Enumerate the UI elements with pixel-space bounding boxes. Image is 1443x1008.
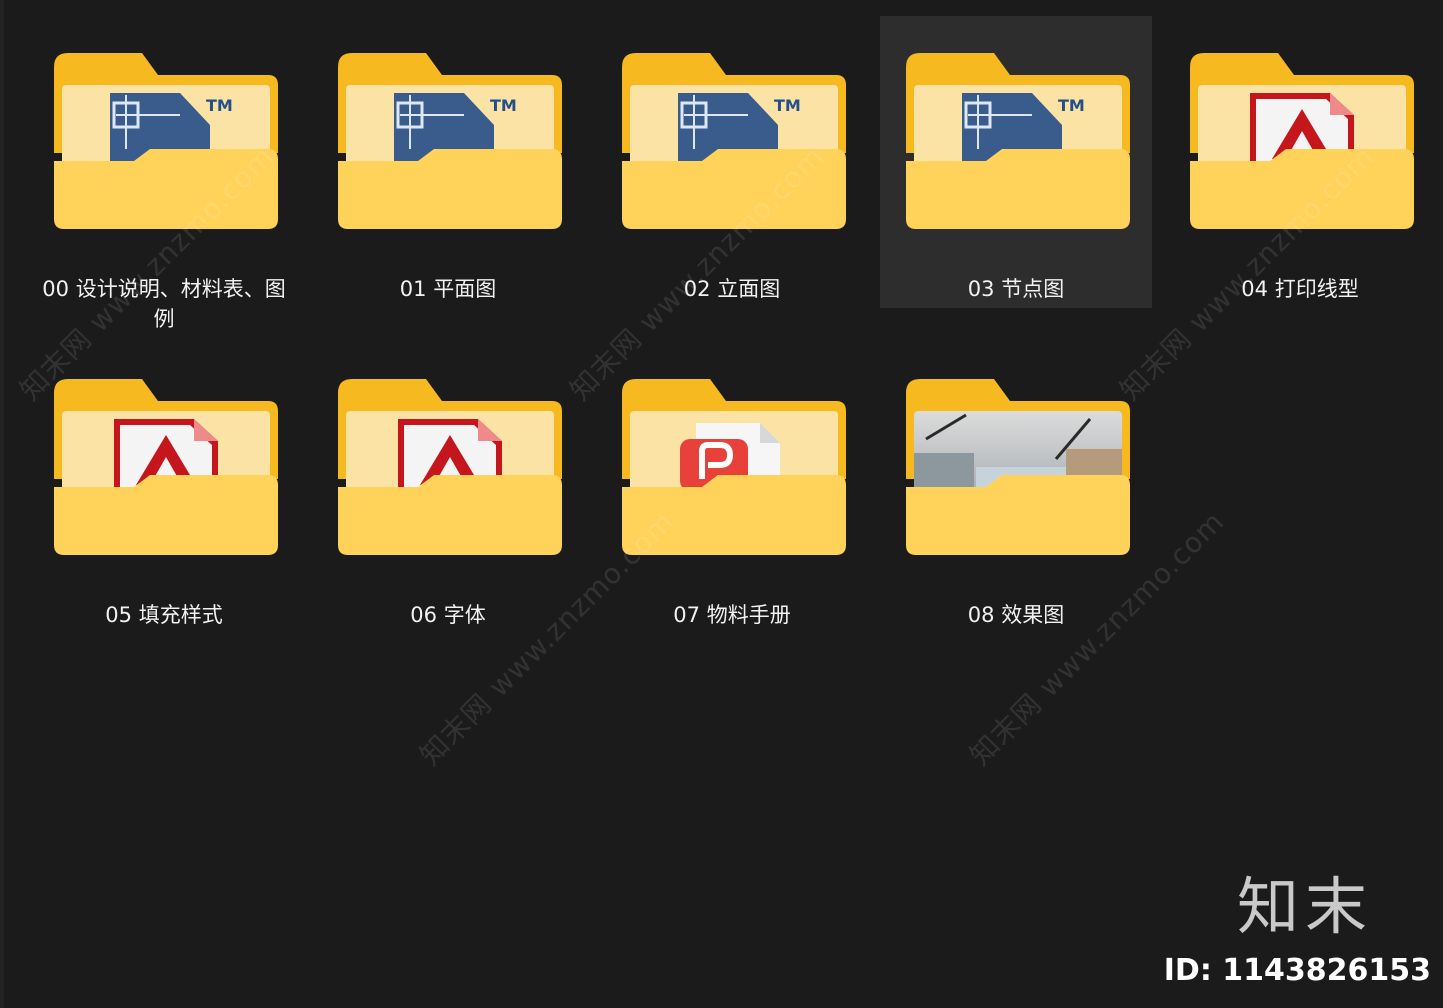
- file-explorer-view: TM 00 设计说明、材料表、图例 TM 01 平面图 TM 02 立面图 TM…: [0, 0, 1443, 1008]
- svg-text:TM: TM: [774, 96, 801, 115]
- folder-06[interactable]: 06 字体: [312, 342, 584, 634]
- folder-label: 03 节点图: [967, 277, 1065, 301]
- folder-08[interactable]: 08 效果图: [880, 342, 1152, 634]
- folder-autodesk-icon: [54, 379, 278, 555]
- folder-cad-icon: TM: [54, 53, 278, 229]
- folder-autodesk-icon: [338, 379, 562, 555]
- folder-03[interactable]: TM 03 节点图: [880, 16, 1152, 308]
- folder-label: 06 字体: [410, 603, 486, 627]
- svg-text:TM: TM: [1058, 96, 1085, 115]
- folder-label: 04 打印线型: [1241, 277, 1359, 301]
- folder-label: 01 平面图: [399, 277, 497, 301]
- svg-text:TM: TM: [490, 96, 517, 115]
- folder-cad-icon: TM: [622, 53, 846, 229]
- folder-label: 00 设计说明、材料表、图例: [42, 277, 286, 331]
- folder-image-icon: [906, 379, 1130, 555]
- folder-label: 07 物料手册: [673, 603, 791, 627]
- folder-pdf-icon: [622, 379, 846, 555]
- folder-04[interactable]: 04 打印线型: [1164, 16, 1436, 308]
- window-edge: [0, 0, 4, 1008]
- brand-id: ID: 1143826153: [1163, 953, 1431, 988]
- folder-01[interactable]: TM 01 平面图: [312, 16, 584, 308]
- folder-02[interactable]: TM 02 立面图: [596, 16, 868, 308]
- brand-logo: 知末: [1236, 870, 1373, 943]
- folder-cad-icon: TM: [906, 53, 1130, 229]
- svg-text:TM: TM: [206, 96, 233, 115]
- folder-00[interactable]: TM 00 设计说明、材料表、图例: [28, 16, 300, 331]
- folder-07[interactable]: 07 物料手册: [596, 342, 868, 634]
- folder-autodesk-icon: [1190, 53, 1414, 229]
- folder-cad-icon: TM: [338, 53, 562, 229]
- folder-label: 02 立面图: [683, 277, 781, 301]
- folder-label: 08 效果图: [967, 603, 1065, 627]
- folder-label: 05 填充样式: [105, 603, 223, 627]
- folder-05[interactable]: 05 填充样式: [28, 342, 300, 634]
